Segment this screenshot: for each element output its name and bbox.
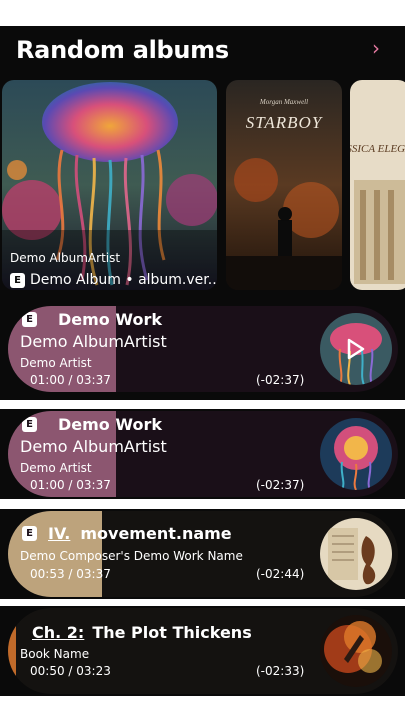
album-card[interactable]: Morgan Maxwell STARBOY	[226, 80, 342, 290]
play-icon[interactable]	[346, 338, 366, 364]
track-title: Demo Work	[58, 310, 162, 329]
album-title-line: E Demo Album • album.ver...	[10, 272, 217, 288]
cover-text: Morgan Maxwell	[259, 98, 308, 106]
section-title: Random albums	[16, 36, 229, 64]
elapsed-time: 01:00 / 03:37	[30, 478, 111, 492]
track-title: The Plot Thickens	[92, 623, 252, 642]
track-subtitle: Demo AlbumArtist	[20, 332, 167, 351]
explicit-icon: E	[22, 417, 37, 432]
movement-number: IV.	[48, 524, 71, 543]
explicit-icon: E	[22, 526, 37, 541]
track-artwork	[320, 615, 392, 687]
track-title: movement.name	[80, 524, 232, 543]
album-artist: Demo AlbumArtist	[10, 251, 121, 265]
remaining-time: (-02:37)	[256, 478, 305, 492]
album-cover-classical: LASSICA ELEGANC	[350, 80, 405, 290]
elapsed-time: 01:00 / 03:37	[30, 373, 111, 387]
cover-title: LASSICA ELEGANC	[350, 143, 405, 155]
chapter-number: Ch. 2:	[32, 623, 85, 642]
explicit-icon: E	[10, 272, 25, 288]
now-playing-card[interactable]: E Demo Work Demo AlbumArtist Demo Artist…	[8, 306, 398, 392]
elapsed-time: 00:53 / 03:37	[30, 567, 111, 581]
title-line: Ch. 2: The Plot Thickens	[32, 623, 252, 642]
now-playing-card[interactable]: Ch. 2: The Plot Thickens Book Name 00:50…	[8, 608, 398, 694]
album-card[interactable]: LASSICA ELEGANC	[350, 80, 405, 290]
track-artwork	[320, 418, 392, 490]
composer-line: Demo Composer's Demo Work Name	[20, 549, 243, 563]
now-playing-card[interactable]: E IV. movement.name Demo Composer's Demo…	[8, 511, 398, 597]
elapsed-time: 00:50 / 03:23	[30, 664, 111, 678]
remaining-time: (-02:33)	[256, 664, 305, 678]
title-line: E IV. movement.name	[22, 524, 232, 543]
cover-title: STARBOY	[246, 113, 323, 132]
track-subtitle: Demo AlbumArtist	[20, 437, 167, 456]
album-cover-starboy: Morgan Maxwell STARBOY	[226, 80, 342, 290]
progress-fill	[8, 608, 16, 694]
remaining-time: (-02:37)	[256, 373, 305, 387]
album-carousel[interactable]: Demo AlbumArtist E Demo Album • album.ve…	[0, 80, 405, 298]
album-card[interactable]: Demo AlbumArtist E Demo Album • album.ve…	[2, 80, 217, 290]
track-artist: Demo Artist	[20, 461, 92, 475]
explicit-icon: E	[22, 312, 37, 327]
track-title: Demo Work	[58, 415, 162, 434]
track-artist: Demo Artist	[20, 356, 92, 370]
track-artwork	[320, 518, 392, 590]
album-title: Demo Album • album.ver...	[30, 272, 217, 288]
now-playing-card[interactable]: E Demo Work Demo AlbumArtist Demo Artist…	[8, 411, 398, 497]
chevron-right-icon[interactable]: ›	[372, 38, 380, 58]
book-name: Book Name	[20, 647, 90, 661]
remaining-time: (-02:44)	[256, 567, 305, 581]
title-line: E Demo Work	[22, 310, 162, 329]
title-line: E Demo Work	[22, 415, 162, 434]
